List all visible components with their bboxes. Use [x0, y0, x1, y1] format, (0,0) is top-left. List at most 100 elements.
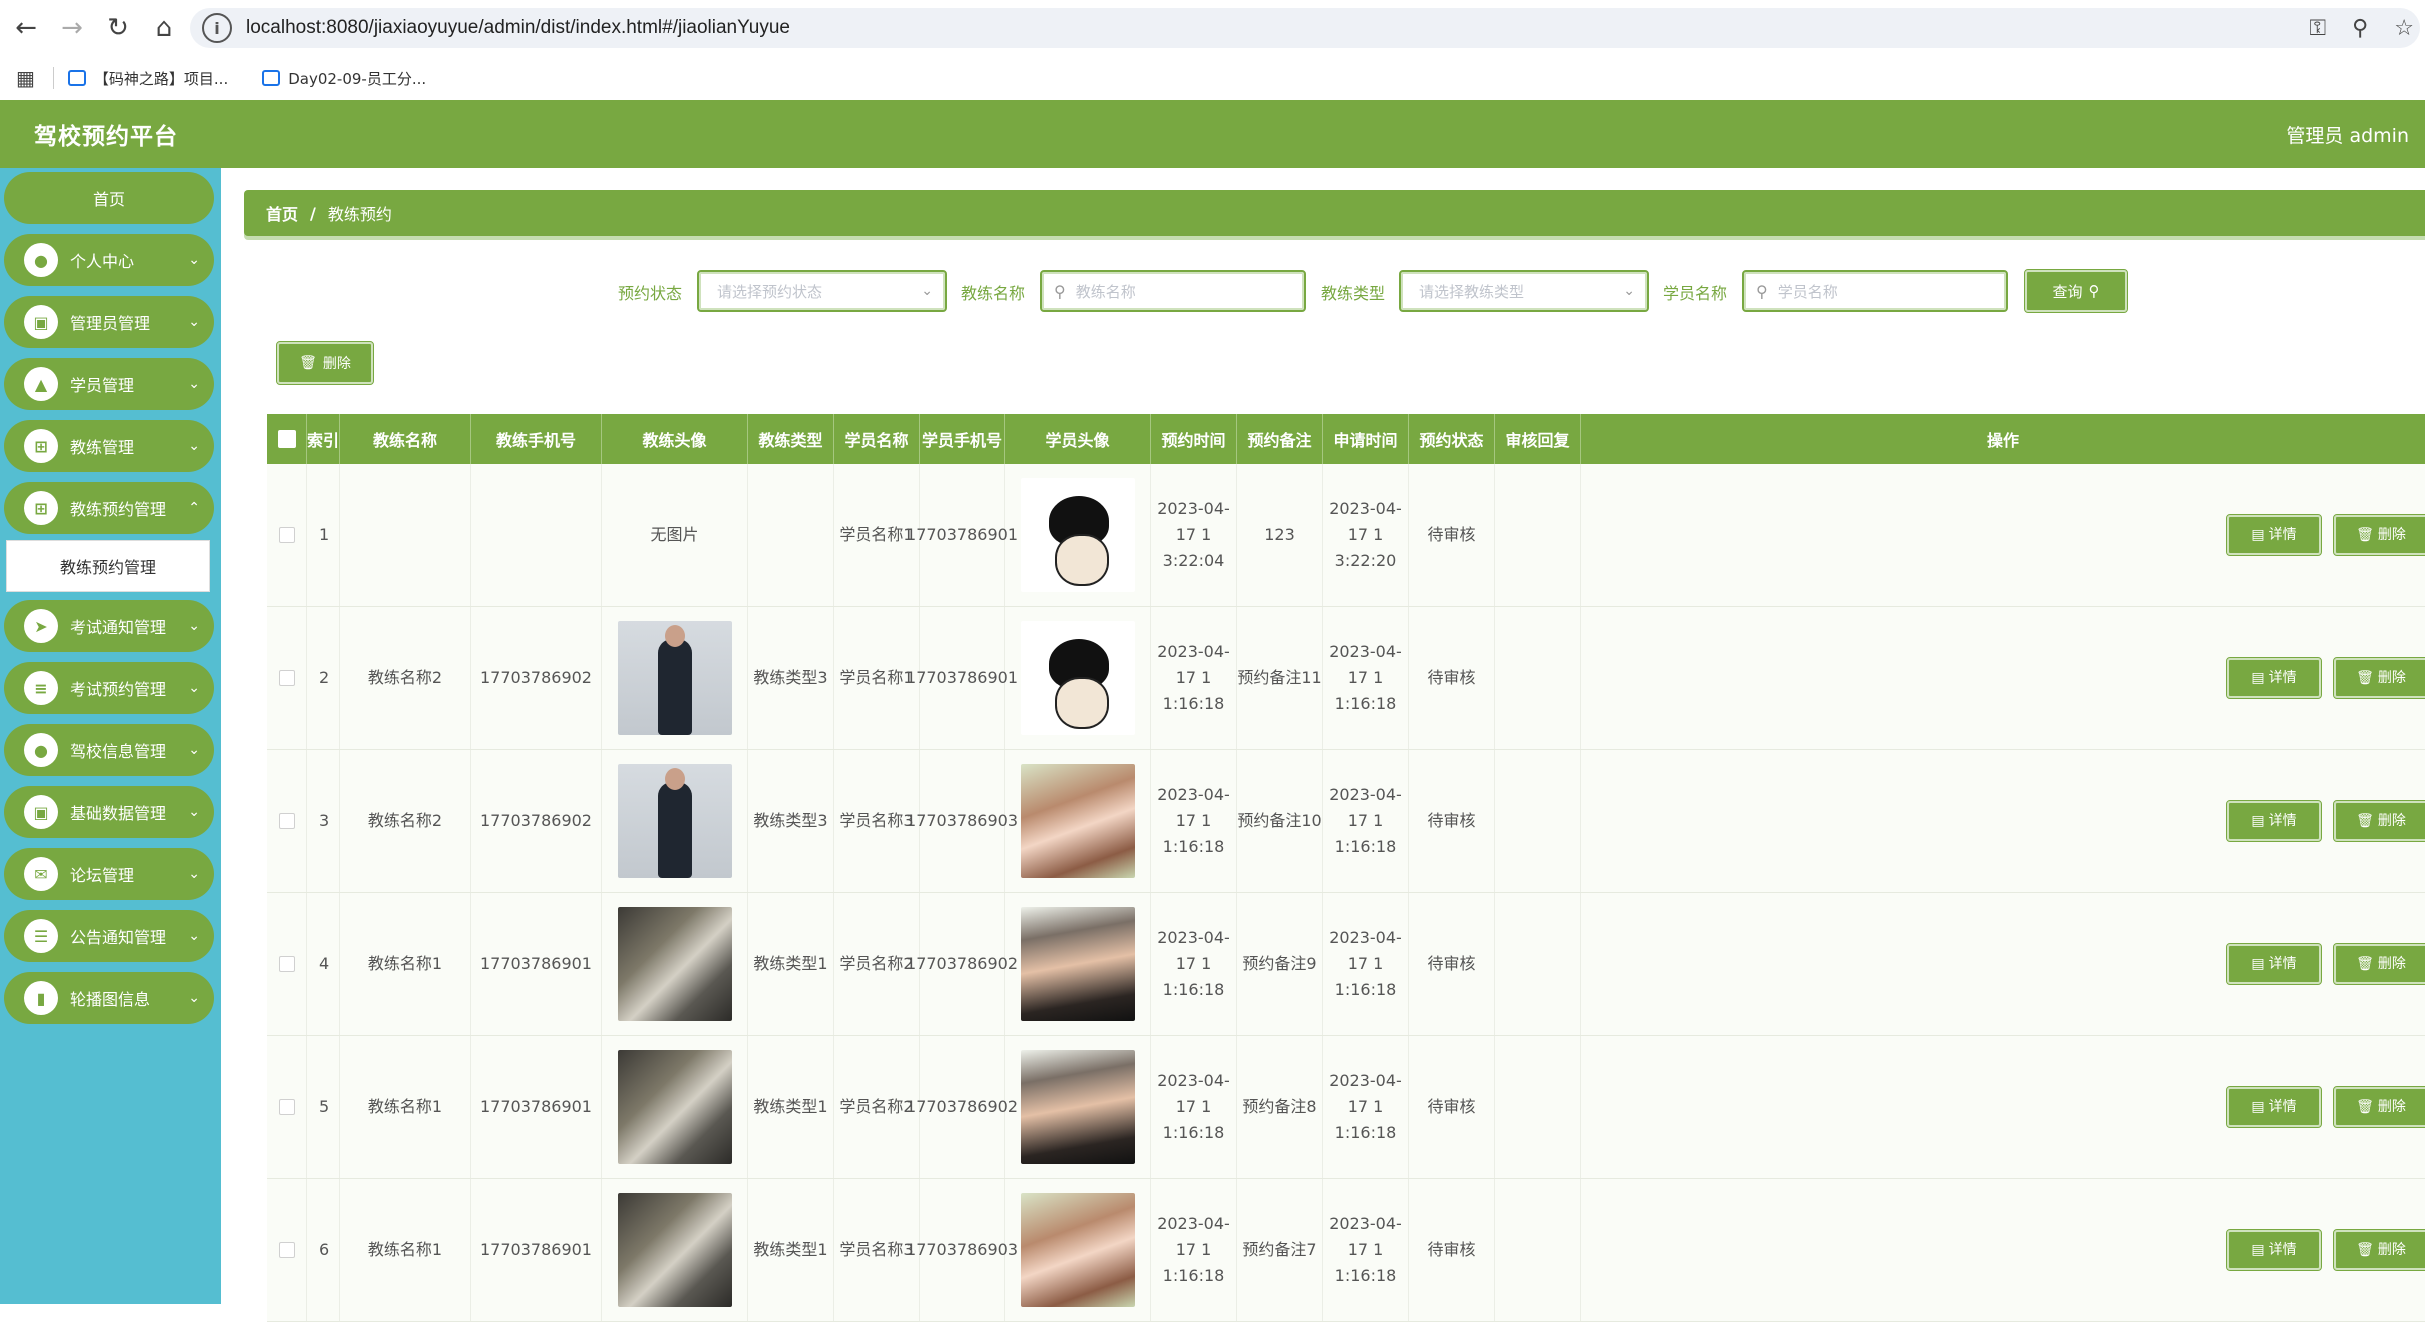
detail-button-label: 详情 — [2268, 1099, 2297, 1115]
cell-booking-note: 123 — [1237, 464, 1323, 606]
table-row[interactable]: 3 教练名称2 17703786902 教练类型3 学员名称3 17703786903 20… — [267, 750, 2425, 893]
student-avatar-image[interactable] — [1020, 1193, 1135, 1307]
row-delete-button-label: 删除 — [2377, 670, 2406, 686]
student-name-input[interactable]: ⚲ 学员名称 — [1742, 270, 2008, 312]
apps-grid-icon[interactable]: ▦ — [16, 66, 35, 90]
row-delete-button[interactable]: 🗑 删除 — [2333, 943, 2425, 985]
sidebar-item-carousel[interactable]: ▮ 轮播图信息 ⌄ — [4, 972, 214, 1024]
home-browser-icon[interactable]: ⌂ — [144, 8, 184, 48]
site-info-icon[interactable]: i — [202, 13, 232, 43]
row-delete-button[interactable]: 🗑 删除 — [2333, 657, 2425, 699]
cell-student-phone: 17703786901 — [906, 607, 1018, 749]
bookmark-item[interactable]: 【码神之路】项目... — [67, 68, 228, 89]
sidebar-item-coaches[interactable]: ⊞ 教练管理 ⌄ — [4, 420, 214, 472]
breadcrumb-separator: / — [310, 203, 316, 223]
table-row[interactable]: 2 教练名称2 17703786902 教练类型3 学员名称1 17703786901 20… — [267, 607, 2425, 750]
coach-avatar-image[interactable] — [617, 1050, 732, 1164]
sidebar-item-announcement[interactable]: ☰ 公告通知管理 ⌄ — [4, 910, 214, 962]
bulk-delete-label: 删除 — [322, 356, 351, 372]
query-button[interactable]: 查询 ⚲ — [2024, 269, 2128, 313]
row-checkbox[interactable] — [278, 813, 295, 829]
chevron-up-icon: ⌃ — [188, 500, 200, 516]
breadcrumb-home[interactable]: 首页 — [266, 201, 298, 225]
detail-button[interactable]: ▤ 详情 — [2226, 514, 2322, 556]
status-select[interactable]: 请选择预约状态 ⌄ — [697, 270, 947, 312]
student-avatar-image[interactable] — [1020, 907, 1135, 1021]
back-icon[interactable]: ← — [6, 8, 46, 48]
coach-name-placeholder: 教练名称 — [1075, 282, 1136, 301]
cell-student-avatar — [1005, 893, 1151, 1035]
coach-type-select[interactable]: 请选择教练类型 ⌄ — [1399, 270, 1649, 312]
cell-booking-status: 待审核 — [1409, 607, 1495, 749]
student-name-filter-label: 学员名称 — [1663, 284, 1728, 303]
student-avatar-image[interactable] — [1020, 764, 1135, 878]
row-delete-button[interactable]: 🗑 删除 — [2333, 1229, 2425, 1271]
row-delete-button[interactable]: 🗑 删除 — [2333, 514, 2425, 556]
current-user[interactable]: 管理员 admin — [2286, 121, 2409, 148]
cell-select — [267, 1179, 307, 1321]
table-row[interactable]: 1 无图片 学员名称1 17703786901 2023-04-17 1 3:22:04 1… — [267, 464, 2425, 607]
select-all-checkbox[interactable] — [277, 430, 296, 448]
cell-coach-type — [748, 464, 834, 606]
send-icon: ➤ — [24, 609, 58, 643]
chevron-down-icon: ⌄ — [188, 438, 200, 454]
trash-icon: 🗑 — [2356, 670, 2374, 686]
student-avatar-image[interactable] — [1020, 478, 1135, 592]
key-icon[interactable]: ⚿ — [2309, 16, 2326, 41]
trash-icon: 🗑 — [299, 355, 317, 371]
sidebar-item-exam-notice[interactable]: ➤ 考试通知管理 ⌄ — [4, 600, 214, 652]
tv-icon — [262, 70, 281, 86]
trash-icon: 🗑 — [2356, 1099, 2374, 1115]
star-icon[interactable]: ☆ — [2394, 16, 2414, 41]
coach-avatar-image[interactable] — [617, 764, 732, 878]
query-button-label: 查询 — [2052, 282, 2083, 301]
student-avatar-image[interactable] — [1020, 621, 1135, 735]
student-avatar-image[interactable] — [1020, 1050, 1135, 1164]
cell-index: 5 — [307, 1036, 340, 1178]
address-bar[interactable]: i localhost:8080/jiaxiaoyuyue/admin/dist… — [190, 8, 2420, 48]
sidebar-item-home[interactable]: 首页 — [4, 172, 214, 224]
briefcase-icon: ▣ — [24, 795, 58, 829]
coach-avatar-image[interactable] — [617, 1193, 732, 1307]
zoom-icon[interactable]: ⚲ — [2352, 16, 2368, 41]
coach-avatar-image[interactable] — [617, 621, 732, 735]
bulk-delete-button[interactable]: 🗑 删除 — [276, 341, 374, 385]
sidebar: 首页 ● 个人中心 ⌄ ▣ 管理员管理 ⌄ ▲ 学员管理 ⌄ ⊞ 教练管理 ⌄ … — [0, 168, 221, 1304]
detail-button[interactable]: ▤ 详情 — [2226, 1229, 2322, 1271]
sidebar-item-coach-booking[interactable]: ⊞ 教练预约管理 ⌃ — [4, 482, 214, 534]
cell-apply-time: 2023-04-17 1 1:16:18 — [1323, 1179, 1409, 1321]
row-checkbox[interactable] — [278, 1242, 295, 1258]
sidebar-item-school-info[interactable]: ● 驾校信息管理 ⌄ — [4, 724, 214, 776]
detail-button[interactable]: ▤ 详情 — [2226, 1086, 2322, 1128]
sidebar-item-students[interactable]: ▲ 学员管理 ⌄ — [4, 358, 214, 410]
row-checkbox[interactable] — [278, 956, 295, 972]
sidebar-item-base-data[interactable]: ▣ 基础数据管理 ⌄ — [4, 786, 214, 838]
cell-coach-avatar: 无图片 — [602, 464, 748, 606]
cell-coach-type: 教练类型3 — [748, 607, 834, 749]
row-delete-button[interactable]: 🗑 删除 — [2333, 1086, 2425, 1128]
sidebar-item-label: 基础数据管理 — [70, 804, 167, 823]
sidebar-item-exam-booking[interactable]: ≡ 考试预约管理 ⌄ — [4, 662, 214, 714]
cell-student-phone: 17703786902 — [906, 1036, 1018, 1178]
table-row[interactable]: 4 教练名称1 17703786901 教练类型1 学员名称2 17703786902 20… — [267, 893, 2425, 1036]
detail-button[interactable]: ▤ 详情 — [2226, 657, 2322, 699]
detail-button[interactable]: ▤ 详情 — [2226, 943, 2322, 985]
reload-icon[interactable]: ↻ — [98, 8, 138, 48]
sidebar-item-forum[interactable]: ✉ 论坛管理 ⌄ — [4, 848, 214, 900]
row-checkbox[interactable] — [278, 670, 295, 686]
detail-button[interactable]: ▤ 详情 — [2226, 800, 2322, 842]
forward-icon[interactable]: → — [52, 8, 92, 48]
bookmark-item[interactable]: Day02-09-员工分... — [262, 68, 426, 89]
coach-avatar-image[interactable] — [617, 907, 732, 1021]
row-delete-button[interactable]: 🗑 删除 — [2333, 800, 2425, 842]
table-row[interactable]: 5 教练名称1 17703786901 教练类型1 学员名称2 17703786902 20… — [267, 1036, 2425, 1179]
submenu-item-coach-booking[interactable]: 教练预约管理 — [6, 540, 210, 592]
cell-booking-status: 待审核 — [1409, 464, 1495, 606]
row-checkbox[interactable] — [278, 527, 295, 543]
row-checkbox[interactable] — [278, 1099, 295, 1115]
coach-name-input[interactable]: ⚲ 教练名称 — [1040, 270, 1306, 312]
table-row[interactable]: 6 教练名称1 17703786901 教练类型1 学员名称3 17703786903 20… — [267, 1179, 2425, 1322]
cell-index: 4 — [307, 893, 340, 1035]
url-text[interactable]: localhost:8080/jiaxiaoyuyue/admin/dist/i… — [246, 17, 790, 39]
row-delete-button-label: 删除 — [2377, 956, 2406, 972]
